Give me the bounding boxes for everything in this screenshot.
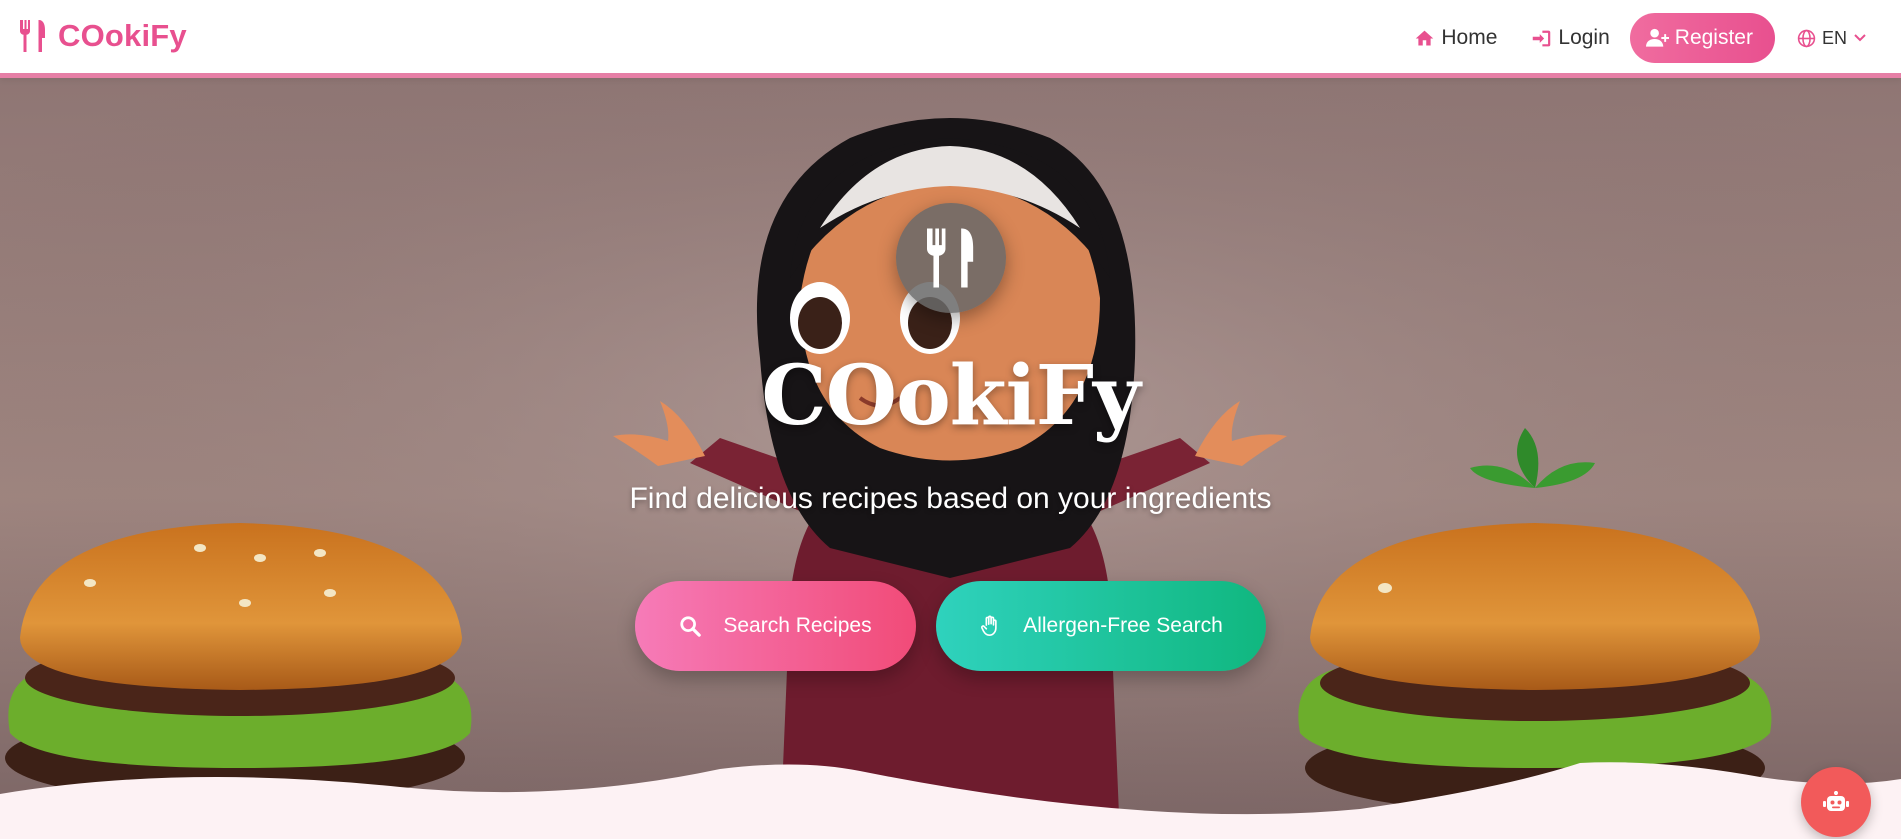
globe-icon xyxy=(1797,29,1816,47)
hero-logo-badge xyxy=(896,203,1006,313)
nav-menu: Home Login Register EN xyxy=(1414,13,1867,63)
home-icon xyxy=(1416,30,1434,45)
navbar: COokiFy Home Login Register EN xyxy=(0,0,1901,78)
hero-subtitle: Find delicious recipes based on your ing… xyxy=(629,482,1272,515)
language-selector[interactable]: EN xyxy=(1797,28,1867,49)
sign-in-icon xyxy=(1533,30,1551,46)
hero-wave-divider xyxy=(0,762,1901,839)
hero-background-illustration xyxy=(0,78,1901,839)
register-button[interactable]: Register xyxy=(1629,13,1775,63)
chevron-down-icon xyxy=(1854,34,1866,42)
utensils-icon xyxy=(20,20,45,52)
nav-login-link[interactable]: Login xyxy=(1531,26,1610,50)
search-icon xyxy=(680,616,702,637)
hero-title: COokiFy xyxy=(761,348,1140,444)
allergen-free-search-label: Allergen-Free Search xyxy=(1023,614,1223,637)
chatbot-button[interactable] xyxy=(1801,767,1871,837)
utensils-icon xyxy=(927,228,974,288)
user-plus-icon xyxy=(1645,28,1669,47)
hero-section: COokiFy Find delicious recipes based on … xyxy=(0,78,1901,839)
search-recipes-label: Search Recipes xyxy=(723,614,872,637)
nav-home-link[interactable]: Home xyxy=(1414,26,1497,50)
robot-icon xyxy=(1823,791,1849,811)
search-recipes-button[interactable]: Search Recipes xyxy=(635,581,916,671)
language-label: EN xyxy=(1821,27,1847,48)
nav-home-label: Home xyxy=(1441,26,1498,49)
register-label: Register xyxy=(1674,26,1753,49)
nav-login-label: Login xyxy=(1558,26,1610,49)
brand-logo-link[interactable]: COokiFy xyxy=(20,18,187,54)
hand-icon xyxy=(981,615,997,636)
brand-name: COokiFy xyxy=(58,18,187,53)
allergen-free-search-button[interactable]: Allergen-Free Search xyxy=(936,581,1266,671)
